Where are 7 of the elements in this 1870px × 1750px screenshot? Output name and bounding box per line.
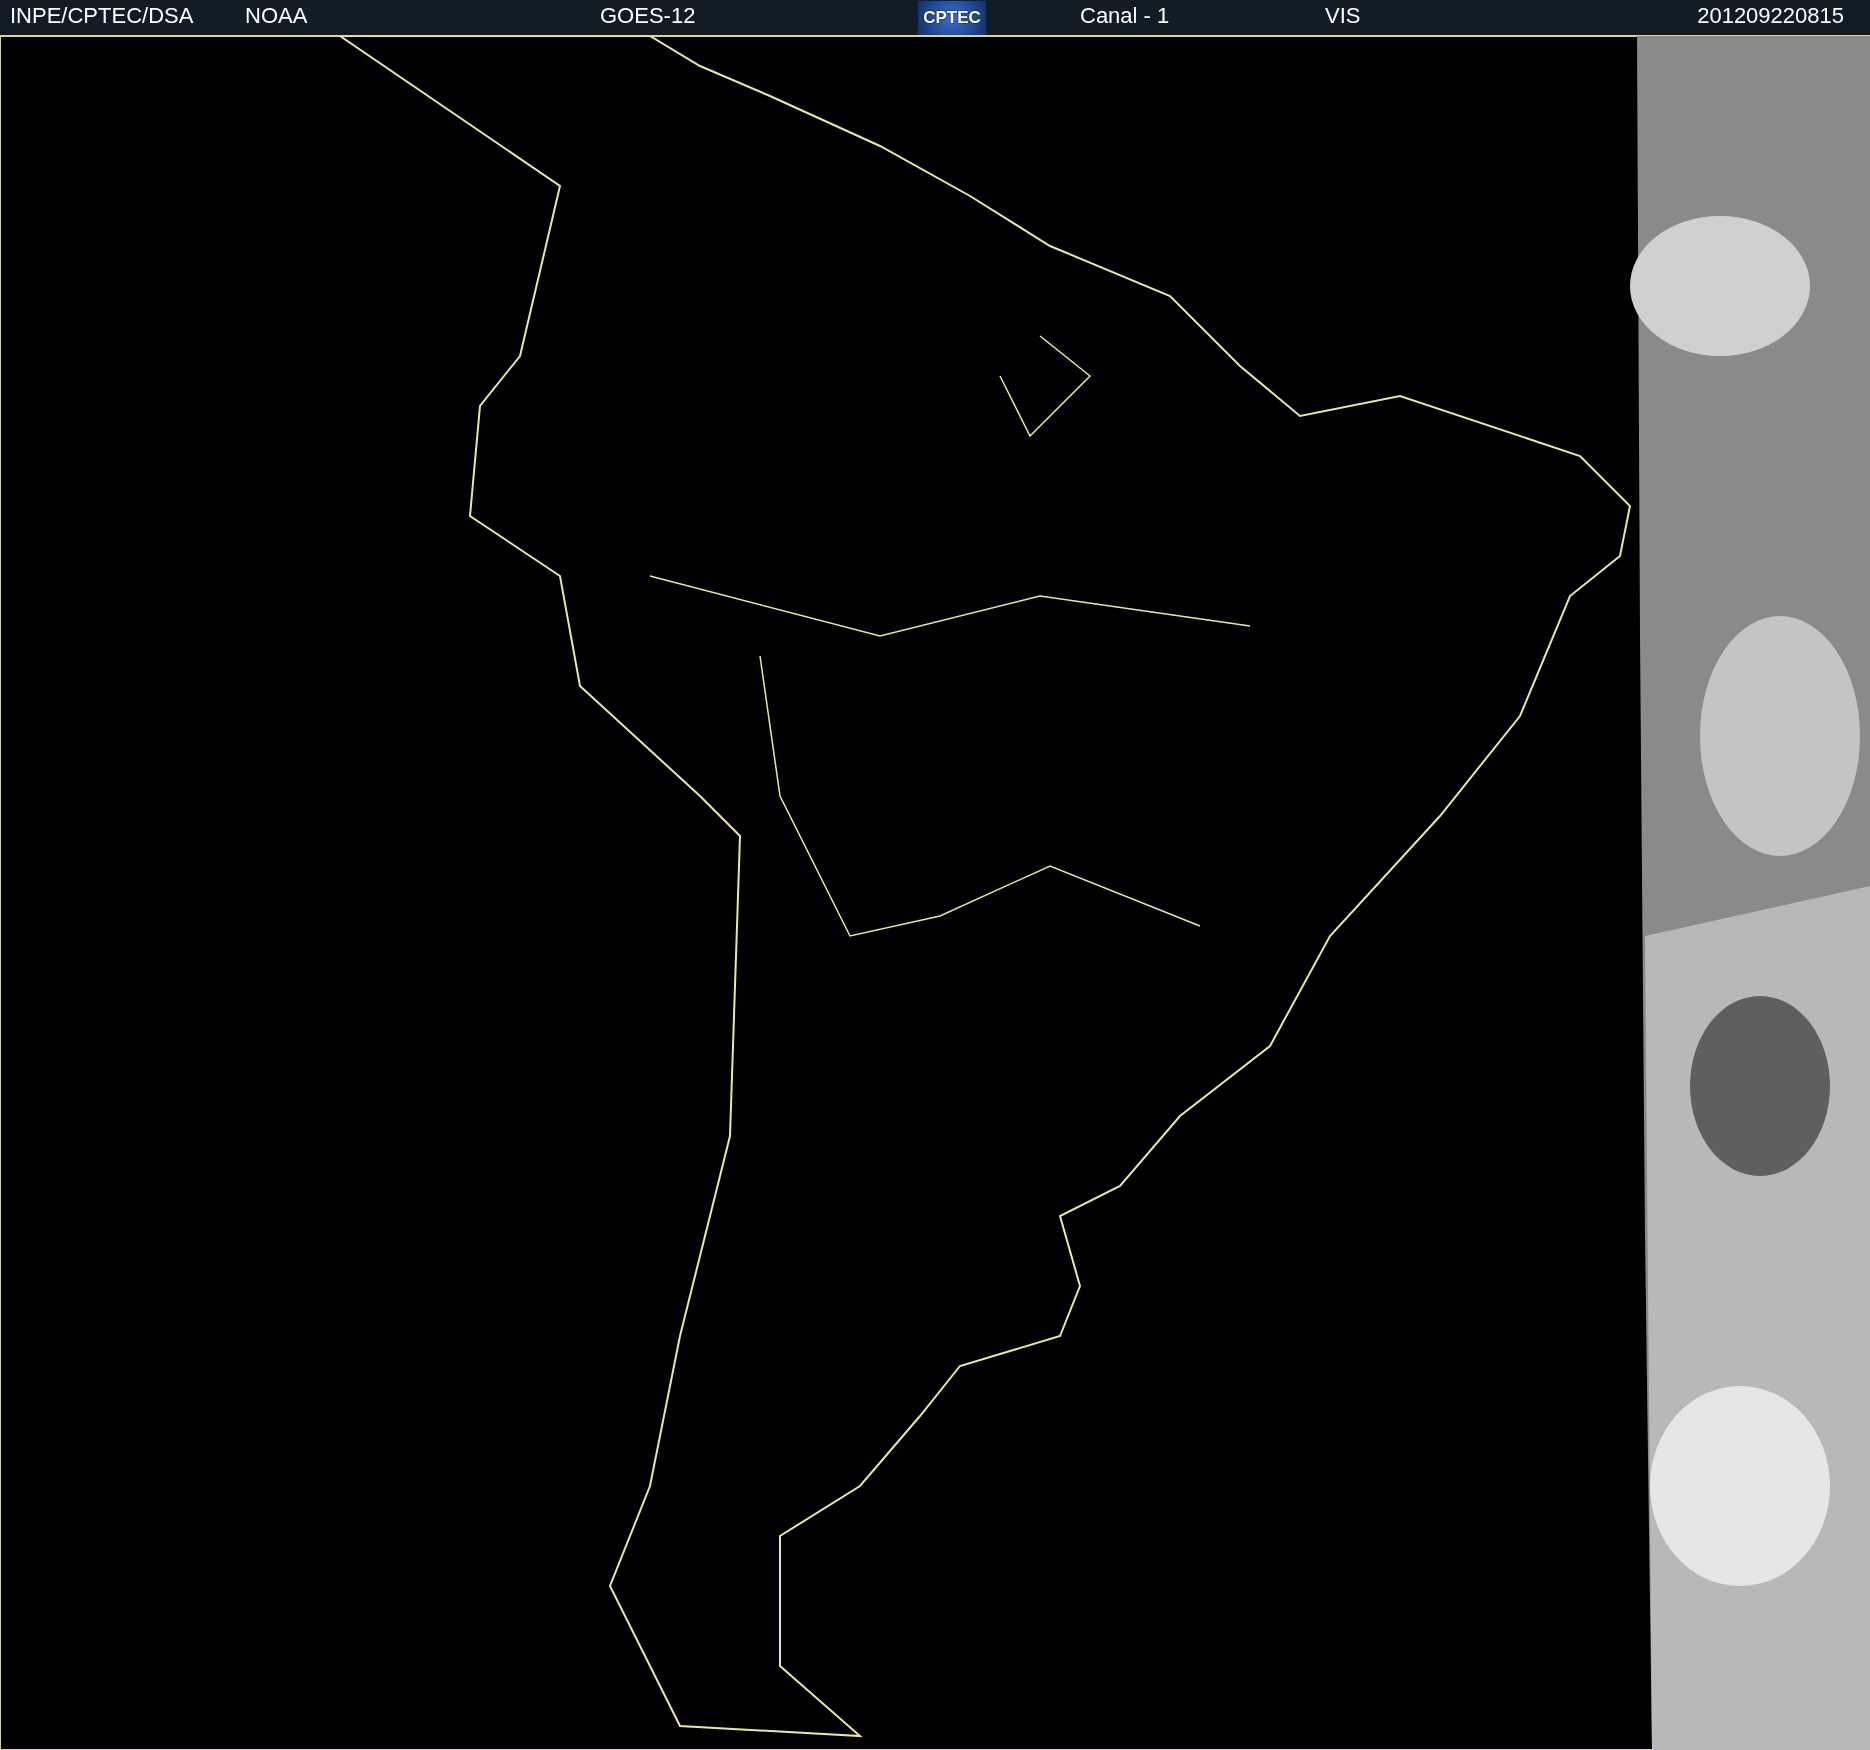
satellite-label: GOES-12 <box>600 3 696 28</box>
band-label: VIS <box>1325 3 1361 28</box>
timestamp-label: 201209220815 <box>1697 3 1844 28</box>
agency-label: NOAA <box>245 3 308 28</box>
source-label: INPE/CPTEC/DSA <box>10 3 194 28</box>
channel-label: Canal - 1 <box>1080 3 1170 28</box>
logo: CPTEC <box>918 0 986 35</box>
